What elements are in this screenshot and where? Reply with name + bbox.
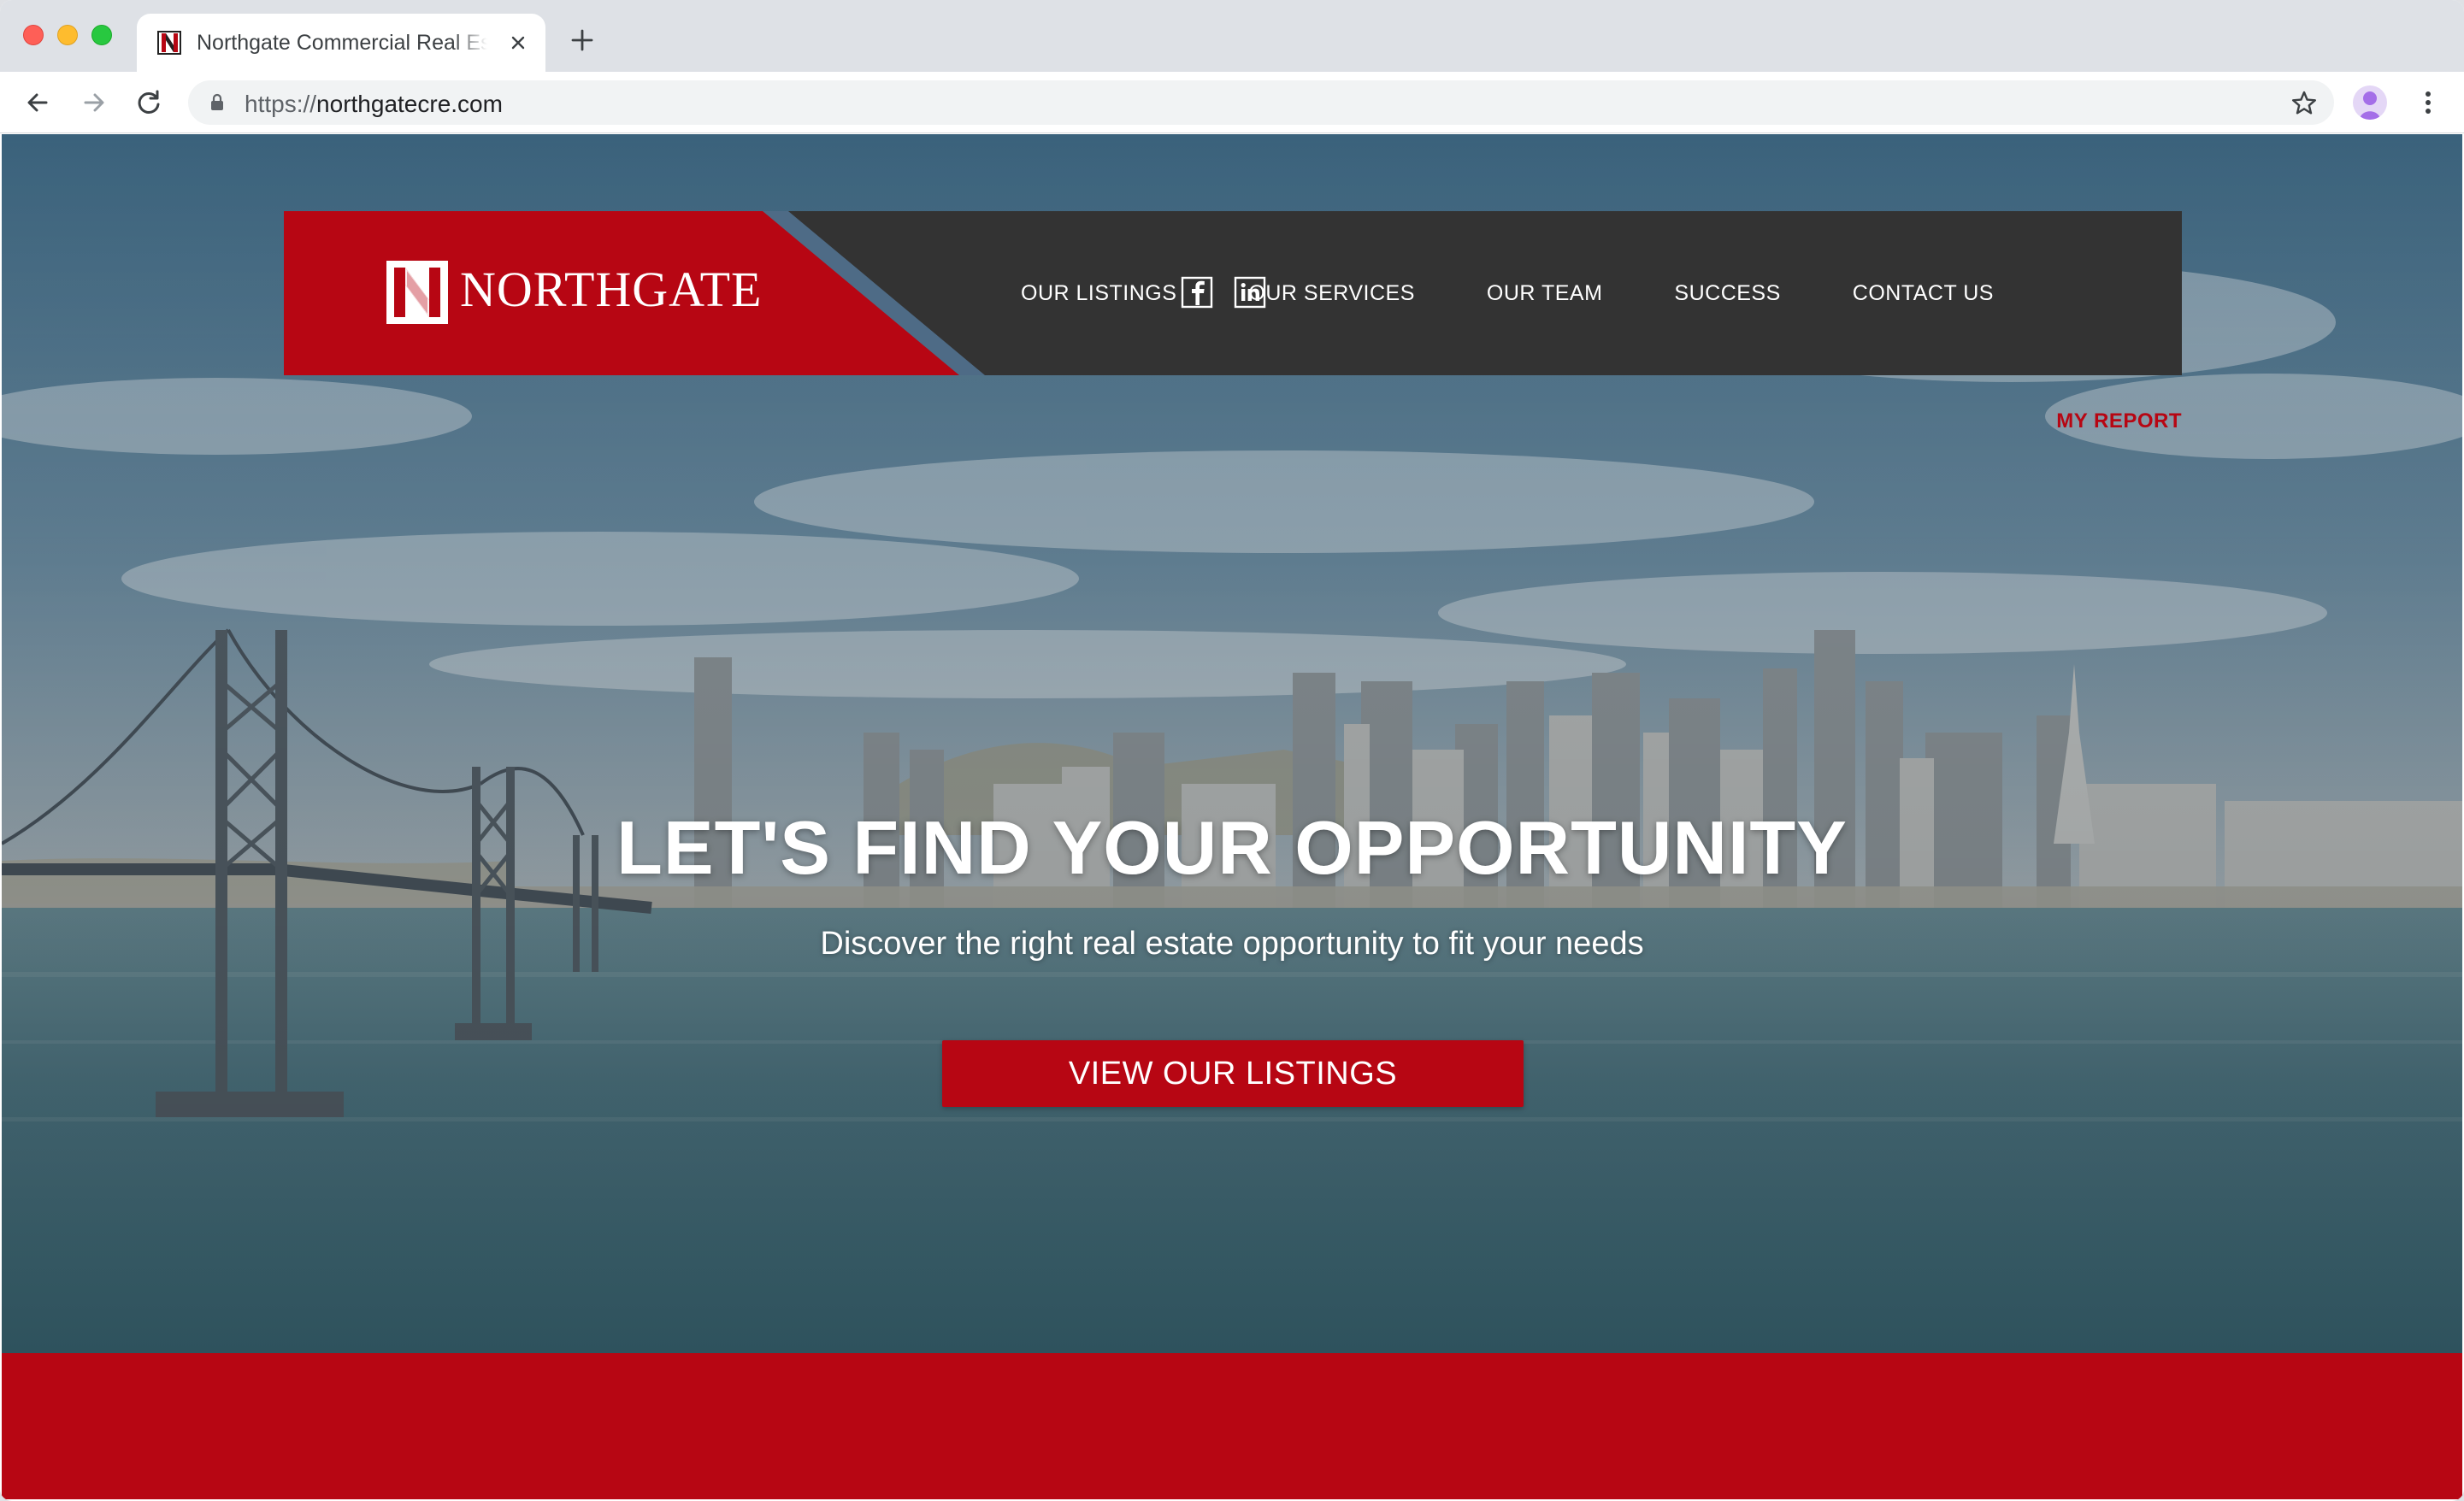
facebook-icon[interactable]	[1181, 276, 1213, 309]
lock-icon	[211, 93, 223, 110]
main-navigation: OUR LISTINGS OUR SERVICES OUR TEAM SUCCE…	[1021, 278, 1994, 309]
view-listings-button[interactable]: VIEW OUR LISTINGS	[942, 1040, 1524, 1107]
nav-success[interactable]: SUCCESS	[1674, 278, 1780, 309]
nav-our-listings[interactable]: OUR LISTINGS	[1021, 278, 1176, 309]
hero-section: NORTHGATE OUR LISTINGS OUR SERVICES OUR …	[2, 134, 2462, 1353]
close-window-button[interactable]	[23, 25, 44, 45]
browser-window: Northgate Commercial Real Estate https:/…	[0, 0, 2464, 1501]
browser-toolbar: https://northgatecre.com	[0, 72, 2464, 133]
brand-name[interactable]: NORTHGATE	[460, 261, 763, 318]
new-tab-icon[interactable]	[568, 26, 597, 55]
page-viewport: NORTHGATE OUR LISTINGS OUR SERVICES OUR …	[2, 134, 2462, 1499]
back-arrow-icon[interactable]	[21, 85, 55, 120]
browser-tab-active[interactable]: Northgate Commercial Real Estate	[137, 14, 545, 72]
linkedin-icon[interactable]	[1234, 276, 1266, 309]
northgate-logo-icon[interactable]	[386, 261, 448, 324]
tab-strip: Northgate Commercial Real Estate	[0, 0, 2464, 72]
forward-arrow-icon[interactable]	[77, 85, 111, 120]
browser-menu-icon[interactable]	[2411, 85, 2445, 120]
tab-title: Northgate Commercial Real Estate	[197, 31, 487, 55]
reload-icon[interactable]	[132, 85, 166, 120]
my-report-link[interactable]: MY REPORT	[2056, 409, 2182, 433]
profile-person-icon	[2360, 91, 2380, 120]
profile-avatar[interactable]	[2353, 85, 2387, 120]
address-bar[interactable]: https://northgatecre.com	[188, 80, 2334, 125]
site-header: NORTHGATE OUR LISTINGS OUR SERVICES OUR …	[284, 211, 2182, 433]
close-tab-icon[interactable]	[504, 29, 532, 56]
nav-contact-us[interactable]: CONTACT US	[1853, 278, 1994, 309]
url-scheme: https://	[245, 91, 317, 117]
minimize-window-button[interactable]	[57, 25, 78, 45]
address-url[interactable]: https://northgatecre.com	[245, 91, 503, 118]
bookmark-star-icon[interactable]	[2290, 89, 2319, 118]
hero-title: LET'S FIND YOUR OPPORTUNITY	[616, 805, 1848, 890]
northgate-favicon-icon	[156, 29, 183, 56]
nav-our-services[interactable]: OUR SERVICES	[1248, 278, 1414, 309]
hero-subtitle: Discover the right real estate opportuni…	[820, 926, 1644, 962]
url-host: northgatecre.com	[316, 91, 503, 117]
maximize-window-button[interactable]	[91, 25, 112, 45]
nav-our-team[interactable]: OUR TEAM	[1487, 278, 1603, 309]
red-section-band	[2, 1353, 2462, 1499]
